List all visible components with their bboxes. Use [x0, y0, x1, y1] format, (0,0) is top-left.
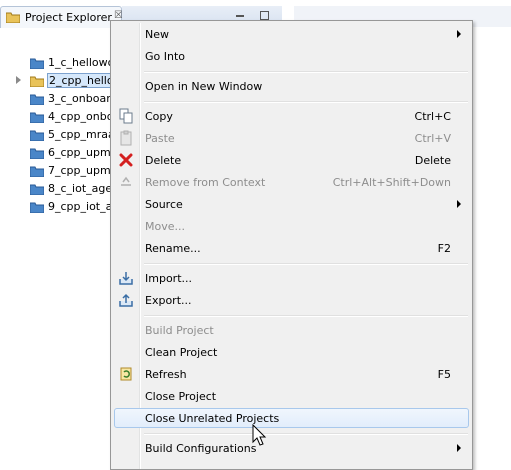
menu-item-build-project[interactable]: Build Project	[114, 320, 469, 340]
menu-item-import[interactable]: Import...	[114, 268, 469, 288]
paste-icon	[120, 130, 132, 146]
menu-item-remove-from-context[interactable]: Remove from Context Ctrl+Alt+Shift+Down	[114, 172, 469, 192]
tree-item-project[interactable]: 2_cpp_hello	[0, 72, 115, 90]
tree-item-label: 9_cpp_iot_a	[48, 200, 112, 213]
menu-item-close-project[interactable]: Close Project	[114, 386, 469, 406]
shortcut-label: Ctrl+V	[414, 132, 451, 145]
submenu-arrow-icon	[457, 444, 461, 452]
folder-icon	[30, 148, 44, 159]
tree-item-project[interactable]: 8_c_iot_age	[0, 180, 112, 198]
menu-item-label: Open in New Window	[145, 80, 263, 93]
folder-icon	[30, 112, 44, 123]
context-menu: New Go Into Open in New Window Copy Ctrl…	[110, 20, 473, 470]
menu-item-label: Move...	[145, 220, 185, 233]
shortcut-label: Delete	[414, 154, 451, 167]
menu-item-label: Remove from Context	[145, 176, 266, 189]
delete-icon	[119, 153, 133, 167]
menu-item-rename[interactable]: Rename... F2	[114, 238, 469, 258]
remove-context-icon	[121, 176, 131, 186]
menu-item-clean-project[interactable]: Clean Project	[114, 342, 469, 362]
shortcut-label: Ctrl+C	[414, 110, 451, 123]
project-explorer-icon	[6, 12, 20, 23]
tree-item-project[interactable]: 7_cpp_upm	[0, 162, 112, 180]
menu-item-label: Close Project	[145, 390, 217, 403]
menu-item-go-into[interactable]: Go Into	[114, 46, 469, 66]
folder-icon	[30, 166, 44, 177]
menu-separator	[144, 71, 468, 73]
menu-item-new[interactable]: New	[114, 24, 469, 44]
menu-item-label: Export...	[145, 294, 192, 307]
menu-item-label: New	[145, 28, 169, 41]
tree-item-label: 2_cpp_hello	[47, 73, 115, 88]
tree-item-label: 5_cpp_mraa	[48, 128, 112, 141]
folder-icon	[30, 184, 44, 195]
menu-item-open-in-new-window[interactable]: Open in New Window	[114, 76, 469, 96]
menu-item-label: Refresh	[145, 368, 187, 381]
minimize-icon[interactable]	[236, 15, 244, 17]
shortcut-label: Ctrl+Alt+Shift+Down	[332, 176, 451, 189]
folder-icon	[30, 202, 44, 213]
menu-item-copy[interactable]: Copy Ctrl+C	[114, 106, 469, 126]
submenu-arrow-icon	[457, 200, 461, 208]
tree-item-project[interactable]: 5_cpp_mraa	[0, 126, 112, 144]
expand-arrow-icon[interactable]	[16, 76, 21, 84]
menu-item-export[interactable]: Export...	[114, 290, 469, 310]
folder-icon	[30, 94, 44, 105]
tree-item-label: 6_cpp_upm	[48, 146, 111, 159]
tree-item-project[interactable]: 3_c_onboar	[0, 90, 112, 108]
maximize-icon[interactable]	[260, 11, 269, 20]
copy-icon	[119, 108, 133, 124]
open-folder-icon	[30, 76, 44, 87]
menu-separator	[144, 433, 468, 435]
menu-item-close-unrelated-projects[interactable]: Close Unrelated Projects	[114, 408, 469, 428]
menu-item-label: Copy	[145, 110, 173, 123]
submenu-arrow-icon	[457, 30, 461, 38]
project-explorer-tab[interactable]: Project Explorer ☒	[0, 6, 123, 28]
menu-item-label: Rename...	[145, 242, 201, 255]
tree-item-project[interactable]: 4_cpp_onbo	[0, 108, 112, 126]
menu-item-refresh[interactable]: Refresh F5	[114, 364, 469, 384]
folder-icon	[30, 130, 44, 141]
menu-item-label: Source	[145, 198, 183, 211]
view-title: Project Explorer	[25, 11, 112, 24]
menu-separator	[144, 101, 468, 103]
shortcut-label: F2	[437, 242, 451, 255]
export-icon	[119, 293, 133, 307]
menu-item-label: Paste	[145, 132, 175, 145]
tree-item-project[interactable]: 9_cpp_iot_a	[0, 198, 112, 216]
import-icon	[119, 272, 133, 285]
tree-item-label: 3_c_onboar	[48, 92, 111, 105]
menu-item-paste[interactable]: Paste Ctrl+V	[114, 128, 469, 148]
menu-item-label: Delete	[145, 154, 182, 167]
project-tree: 1_c_hellowo 2_cpp_hello 3_c_onboar 4_cpp…	[0, 54, 115, 216]
tree-item-project[interactable]: 6_cpp_upm	[0, 144, 112, 162]
menu-item-source[interactable]: Source	[114, 194, 469, 214]
menu-separator	[144, 263, 468, 265]
menu-separator	[144, 315, 468, 317]
tree-item-project[interactable]: 1_c_hellowo	[0, 54, 112, 72]
menu-item-label: Go Into	[145, 50, 186, 63]
menu-item-label: Build Configurations	[145, 442, 257, 455]
refresh-icon	[120, 367, 132, 381]
menu-item-build-configurations[interactable]: Build Configurations	[114, 438, 469, 458]
folder-icon	[30, 58, 44, 69]
tree-item-label: 1_c_hellowo	[48, 56, 112, 69]
menu-item-label: Build Project	[145, 324, 214, 337]
menu-item-delete[interactable]: Delete Delete	[114, 150, 469, 170]
tree-item-label: 4_cpp_onbo	[48, 110, 112, 123]
menu-item-label: Clean Project	[145, 346, 218, 359]
menu-item-move[interactable]: Move...	[114, 216, 469, 236]
tree-item-label: 8_c_iot_age	[48, 182, 112, 195]
mouse-cursor-icon	[252, 424, 267, 446]
tree-item-label: 7_cpp_upm	[48, 164, 111, 177]
menu-item-label: Import...	[145, 272, 192, 285]
shortcut-label: F5	[437, 368, 451, 381]
